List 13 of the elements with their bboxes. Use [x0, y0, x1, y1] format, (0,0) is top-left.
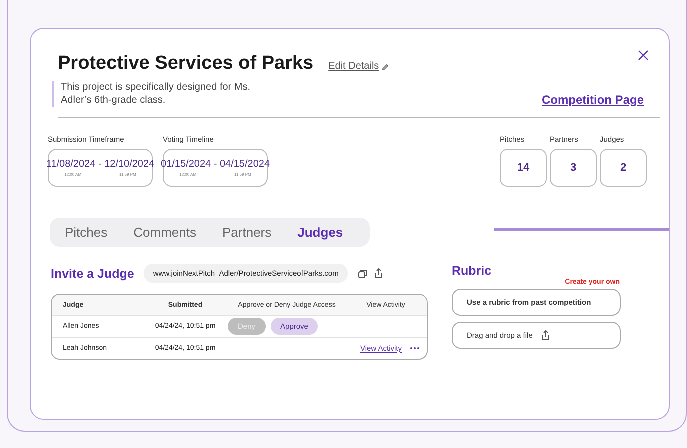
stat-count: 3 [550, 149, 597, 187]
edit-details-link[interactable]: Edit Details [328, 61, 390, 75]
project-description: This project is specifically designed for Ms. Adler’s 6th-grade class. [52, 81, 261, 107]
tab[interactable]: Judges [290, 223, 350, 242]
stat-count: 14 [500, 149, 547, 187]
section-heading: Rubric [452, 264, 493, 278]
tab[interactable]: Pitches [58, 223, 115, 242]
tab[interactable]: Partners [216, 223, 279, 242]
tab[interactable]: Comments [126, 223, 204, 242]
section-heading: Invite a Judge [51, 266, 134, 280]
competition-page-link[interactable]: Competition Page [542, 93, 644, 107]
project-title: Protective Services of Parks [58, 53, 314, 75]
stat-count: 2 [600, 149, 647, 187]
